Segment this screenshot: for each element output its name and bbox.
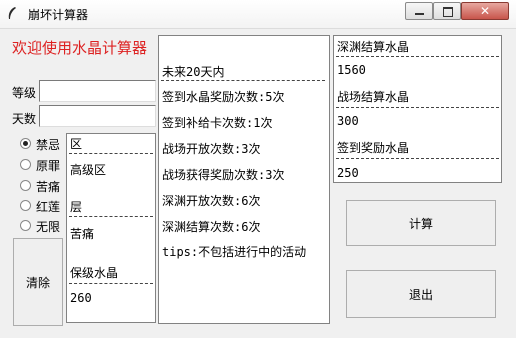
result-panel: 未来20天内 签到水晶奖励次数:5次 签到补给卡次数:1次 战场开放次数:3次 … bbox=[158, 35, 330, 324]
result-line: 战场开放次数:3次 bbox=[162, 142, 261, 156]
signin-crystal-label: 签到奖励水晶 bbox=[337, 141, 410, 155]
radio-label: 苦痛 bbox=[36, 180, 61, 194]
maximize-icon bbox=[443, 7, 453, 17]
floor-crystal-value: 260 bbox=[70, 291, 92, 305]
info-panel: 区 高级区 层 苦痛 保级水晶 260 bbox=[66, 133, 156, 323]
welcome-heading: 欢迎使用水晶计算器 bbox=[12, 39, 148, 57]
radio-label: 无限 bbox=[36, 220, 61, 234]
result-line: 深渊开放次数:6次 bbox=[162, 194, 261, 208]
level-label: 等级 bbox=[12, 86, 37, 100]
result-line: 深渊结算次数:6次 bbox=[162, 220, 261, 234]
crystal-panel: 深渊结算水晶 1560 战场结算水晶 300 签到奖励水晶 250 bbox=[333, 35, 502, 183]
minimize-icon bbox=[415, 13, 424, 15]
divider bbox=[69, 283, 153, 284]
signin-crystal-value: 250 bbox=[337, 166, 359, 180]
divider bbox=[336, 56, 499, 57]
result-line: 签到水晶奖励次数:5次 bbox=[162, 90, 285, 104]
divider bbox=[336, 107, 499, 108]
exit-button[interactable]: 退出 bbox=[346, 270, 496, 318]
clear-button[interactable]: 清除 bbox=[13, 238, 63, 326]
radio-honglian[interactable]: 红莲 bbox=[20, 197, 66, 215]
feather-icon bbox=[8, 7, 16, 19]
divider bbox=[69, 216, 153, 217]
tier-value: 苦痛 bbox=[70, 227, 95, 241]
radio-wuxian[interactable]: 无限 bbox=[20, 217, 66, 235]
abyss-crystal-value: 1560 bbox=[337, 63, 366, 77]
radio-indicator bbox=[20, 180, 31, 191]
battlefield-crystal-value: 300 bbox=[337, 114, 359, 128]
minimize-button[interactable] bbox=[405, 2, 433, 20]
radio-label: 红莲 bbox=[36, 200, 61, 214]
tips-line: tips:不包括进行中的活动 bbox=[162, 245, 307, 259]
zone-value: 高级区 bbox=[70, 163, 107, 177]
days-label: 天数 bbox=[12, 112, 37, 126]
tier-label: 层 bbox=[70, 200, 83, 214]
result-line: 签到补给卡次数:1次 bbox=[162, 116, 273, 130]
zone-label: 区 bbox=[70, 137, 83, 151]
divider bbox=[69, 153, 153, 154]
result-header: 未来20天内 bbox=[162, 65, 225, 79]
maximize-button[interactable] bbox=[433, 2, 461, 20]
divider bbox=[161, 80, 325, 81]
close-button[interactable]: ✕ bbox=[461, 2, 509, 20]
radio-label: 禁忌 bbox=[36, 138, 61, 152]
floor-crystal-label: 保级水晶 bbox=[70, 266, 119, 280]
radio-indicator bbox=[20, 220, 31, 231]
close-icon: ✕ bbox=[479, 4, 491, 18]
battlefield-crystal-label: 战场结算水晶 bbox=[337, 90, 410, 104]
divider bbox=[336, 158, 499, 159]
radio-indicator bbox=[20, 138, 31, 149]
abyss-crystal-label: 深渊结算水晶 bbox=[337, 40, 410, 54]
radio-indicator bbox=[20, 200, 31, 211]
result-line: 战场获得奖励次数:3次 bbox=[162, 168, 285, 182]
radio-yuanzui[interactable]: 原罪 bbox=[20, 156, 66, 174]
days-input[interactable] bbox=[39, 105, 156, 127]
radio-label: 原罪 bbox=[36, 159, 61, 173]
radio-kutong[interactable]: 苦痛 bbox=[20, 177, 66, 195]
radio-indicator bbox=[20, 159, 31, 170]
radio-jinji[interactable]: 禁忌 bbox=[20, 135, 66, 153]
level-input[interactable] bbox=[39, 80, 156, 102]
window-title: 崩坏计算器 bbox=[28, 8, 89, 22]
title-bar: 崩坏计算器 ✕ bbox=[0, 0, 516, 29]
calculate-button[interactable]: 计算 bbox=[346, 200, 496, 246]
